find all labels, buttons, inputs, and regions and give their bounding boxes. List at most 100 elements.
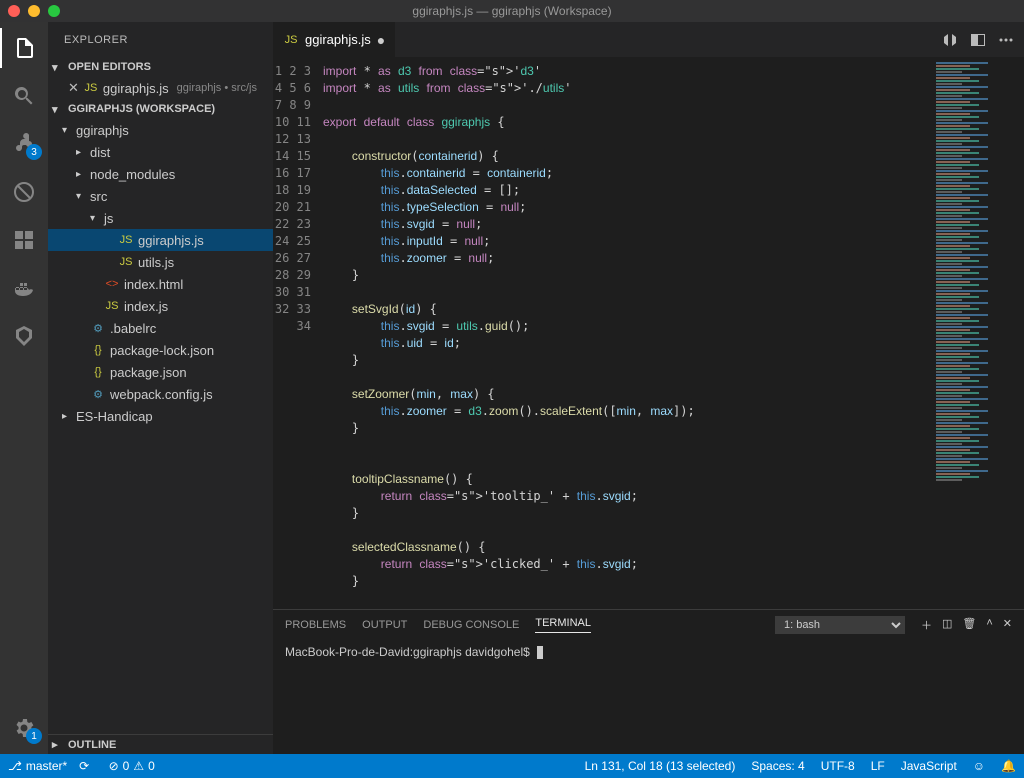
more-actions-icon[interactable] — [998, 32, 1014, 48]
code-editor[interactable]: 1 2 3 4 5 6 7 8 9 10 11 12 13 14 15 16 1… — [273, 57, 1024, 609]
twisty-icon: ▾ — [90, 213, 100, 224]
maximize-panel-icon[interactable]: ˄ — [986, 617, 992, 633]
open-editor-item[interactable]: ✕ JS ggiraphjs.js ggiraphjs • src/js — [48, 77, 273, 99]
code-content[interactable]: import * as d3 from class="s">'d3' impor… — [323, 57, 934, 609]
status-branch[interactable]: ⎇ master* — [8, 759, 67, 773]
chevron-down-icon: ▾ — [52, 103, 64, 116]
open-editors-section[interactable]: ▾OPEN EDITORS — [48, 57, 273, 77]
tab-label: ggiraphjs.js — [305, 32, 371, 47]
folder-item[interactable]: ▾ src — [48, 185, 273, 207]
js-file-icon: JS — [283, 34, 299, 46]
tree-item-label: utils.js — [138, 255, 174, 270]
panel-tab-debug[interactable]: DEBUG CONSOLE — [423, 619, 519, 631]
tab-file[interactable]: JS ggiraphjs.js ● — [273, 22, 396, 57]
panel-tab-output[interactable]: OUTPUT — [362, 619, 407, 631]
status-cursor[interactable]: Ln 131, Col 18 (13 selected) — [585, 759, 736, 773]
explorer-header: EXPLORER — [48, 22, 273, 57]
panel: PROBLEMS OUTPUT DEBUG CONSOLE TERMINAL 1… — [273, 609, 1024, 754]
tree-item-label: package.json — [110, 365, 187, 380]
tree-item-label: index.js — [124, 299, 168, 314]
twisty-icon: ▾ — [62, 125, 72, 136]
tree-item-label: ggiraphjs.js — [138, 233, 204, 248]
tree-item-label: ggiraphjs — [76, 123, 129, 138]
twisty-icon: ▸ — [62, 411, 72, 422]
file-item[interactable]: JSindex.js — [48, 295, 273, 317]
js-file-icon: JS — [118, 234, 134, 246]
close-panel-icon[interactable]: ✕ — [1003, 617, 1012, 633]
compare-icon[interactable] — [942, 32, 958, 48]
tree-item-label: js — [104, 211, 113, 226]
status-feedback-icon[interactable]: ☺ — [973, 759, 985, 773]
activity-debug-icon[interactable] — [0, 172, 48, 212]
split-terminal-icon[interactable]: ◫ — [942, 617, 952, 633]
panel-tab-problems[interactable]: PROBLEMS — [285, 619, 346, 631]
activity-scm-icon[interactable]: 3 — [0, 124, 48, 164]
new-terminal-icon[interactable]: ＋ — [921, 617, 932, 633]
window-title: ggiraphjs.js — ggiraphjs (Workspace) — [0, 4, 1024, 18]
minimize-window-icon[interactable] — [28, 5, 40, 17]
outline-section[interactable]: ▸OUTLINE — [48, 734, 273, 754]
json-file-icon: {} — [90, 344, 106, 356]
settings-badge: 1 — [26, 728, 42, 744]
close-window-icon[interactable] — [8, 5, 20, 17]
html-file-icon: <> — [104, 278, 120, 290]
terminal-body[interactable]: MacBook-Pro-de-David:ggiraphjs davidgohe… — [273, 640, 1024, 754]
open-editor-name: ggiraphjs.js — [103, 81, 169, 96]
twisty-icon: ▸ — [76, 147, 86, 158]
folder-item[interactable]: ▸ES-Handicap — [48, 405, 273, 427]
tree-item-label: .babelrc — [110, 321, 156, 336]
status-bar: ⎇ master* ⟳ ⊘ 0 ⚠ 0 Ln 131, Col 18 (13 s… — [0, 754, 1024, 778]
tree-item-label: package-lock.json — [110, 343, 214, 358]
file-item[interactable]: ⚙webpack.config.js — [48, 383, 273, 405]
activity-bar: 3 1 — [0, 22, 48, 754]
open-editor-path: ggiraphjs • src/js — [177, 82, 257, 94]
maximize-window-icon[interactable] — [48, 5, 60, 17]
tree-item-label: src — [90, 189, 107, 204]
activity-docker-icon[interactable] — [0, 268, 48, 308]
file-item[interactable]: <>index.html — [48, 273, 273, 295]
activity-kubernetes-icon[interactable] — [0, 316, 48, 356]
activity-search-icon[interactable] — [0, 76, 48, 116]
dirty-indicator-icon[interactable]: ● — [377, 32, 385, 48]
workspace-section[interactable]: ▾GGIRAPHJS (WORKSPACE) — [48, 99, 273, 119]
js-file-icon: JS — [118, 256, 134, 268]
file-item[interactable]: ⚙.babelrc — [48, 317, 273, 339]
split-editor-icon[interactable] — [970, 32, 986, 48]
kill-terminal-icon[interactable]: 🗑 — [962, 617, 976, 633]
status-language[interactable]: JavaScript — [901, 759, 957, 773]
window-controls[interactable] — [8, 5, 60, 17]
status-sync[interactable]: ⟳ — [79, 759, 96, 773]
tree-item-label: node_modules — [90, 167, 175, 182]
line-numbers: 1 2 3 4 5 6 7 8 9 10 11 12 13 14 15 16 1… — [273, 57, 323, 609]
file-tree: ▾ ggiraphjs ▸ dist ▸ node_modules ▾ src ▾ js JS ggi… — [48, 119, 273, 427]
activity-settings-icon[interactable]: 1 — [0, 708, 48, 748]
file-item[interactable]: JS ggiraphjs.js — [48, 229, 273, 251]
cursor-icon — [537, 646, 543, 659]
editor-actions — [932, 22, 1024, 57]
panel-tabs: PROBLEMS OUTPUT DEBUG CONSOLE TERMINAL 1… — [273, 610, 1024, 640]
close-editor-icon[interactable]: ✕ — [64, 80, 79, 96]
status-problems[interactable]: ⊘ 0 ⚠ 0 — [109, 759, 155, 773]
tree-item-label: dist — [90, 145, 110, 160]
twisty-icon: ▸ — [76, 169, 86, 180]
panel-tab-terminal[interactable]: TERMINAL — [535, 617, 591, 633]
twisty-icon: ▾ — [76, 191, 86, 202]
file-item[interactable]: {} package-lock.json — [48, 339, 273, 361]
file-item[interactable]: {} package.json — [48, 361, 273, 383]
explorer-sidebar: EXPLORER ▾OPEN EDITORS ✕ JS ggiraphjs.js… — [48, 22, 273, 754]
folder-item[interactable]: ▾ js — [48, 207, 273, 229]
status-spaces[interactable]: Spaces: 4 — [751, 759, 804, 773]
status-eol[interactable]: LF — [871, 759, 885, 773]
activity-extensions-icon[interactable] — [0, 220, 48, 260]
folder-item[interactable]: ▸ node_modules — [48, 163, 273, 185]
activity-explorer-icon[interactable] — [0, 28, 48, 68]
file-item[interactable]: JS utils.js — [48, 251, 273, 273]
json-file-icon: {} — [90, 366, 106, 378]
tree-item-label: webpack.config.js — [110, 387, 213, 402]
terminal-selector[interactable]: 1: bash — [775, 616, 905, 634]
folder-item[interactable]: ▾ ggiraphjs — [48, 119, 273, 141]
folder-item[interactable]: ▸ dist — [48, 141, 273, 163]
status-encoding[interactable]: UTF-8 — [821, 759, 855, 773]
minimap[interactable] — [934, 57, 1024, 609]
status-bell-icon[interactable]: 🔔 — [1001, 759, 1016, 773]
